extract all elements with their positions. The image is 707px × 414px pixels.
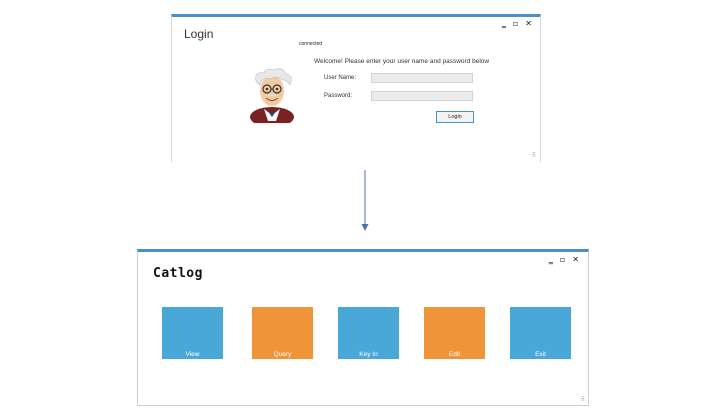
minimize-icon[interactable]: ‗ [502,20,506,28]
tile-label: Key In [359,351,378,358]
connection-status: connected [299,41,323,47]
password-label: Password: [324,93,353,99]
view-tile[interactable]: View [162,307,223,359]
maximize-icon[interactable]: ▫ [560,256,565,264]
professor-avatar-icon [250,68,294,123]
password-input[interactable] [371,91,473,101]
username-input[interactable] [371,73,473,83]
window-title: Login [184,27,214,41]
login-button[interactable]: Login [436,111,474,123]
username-label: User Name: [324,75,357,81]
catlog-window: ‗ ▫ ✕ Catlog View Query Key In Edit Exit… [137,249,589,406]
tile-label: Query [273,351,292,358]
close-icon[interactable]: ✕ [572,256,579,264]
close-icon[interactable]: ✕ [525,20,532,28]
app-title: Catlog [153,266,203,281]
tile-label: View [185,351,200,358]
down-arrow-icon [361,170,369,231]
maximize-icon[interactable]: ▫ [513,20,518,28]
key-in-tile[interactable]: Key In [338,307,399,359]
login-window: ‗ ▫ ✕ Login connected Welcome! Please en… [171,14,541,162]
tile-label: Edit [448,351,461,358]
edit-tile[interactable]: Edit [424,307,485,359]
window-controls: ‗ ▫ ✕ [549,256,579,264]
resize-grip-icon[interactable]: ⠿ [581,396,585,403]
tile-label: Exit [535,351,546,358]
minimize-icon[interactable]: ‗ [549,256,553,264]
query-tile[interactable]: Query [252,307,313,359]
exit-tile[interactable]: Exit [510,307,571,359]
welcome-message: Welcome! Please enter your user name and… [314,58,490,65]
window-controls: ‗ ▫ ✕ [502,20,532,28]
resize-grip-icon[interactable]: ⠿ [532,152,536,159]
